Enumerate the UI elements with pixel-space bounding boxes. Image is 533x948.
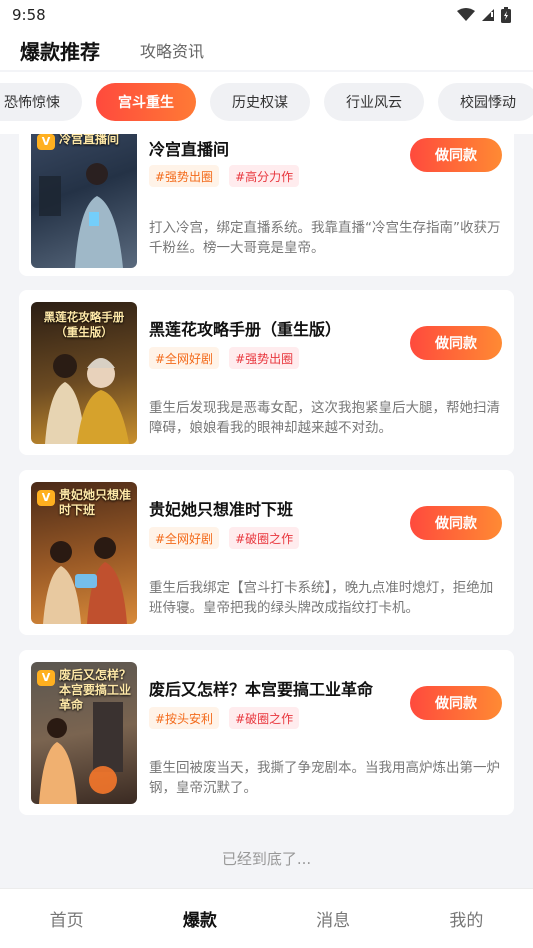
tab-guide-news[interactable]: 攻略资讯 (140, 38, 204, 62)
list-item[interactable]: V 废后又怎样？本宫要搞工业革命 废后又怎样？本宫要搞工业革命 #按头安利 #破… (19, 650, 514, 815)
cover-title: 废后又怎样？本宫要搞工业革命 (59, 668, 132, 712)
cover-image: V 废后又怎样？本宫要搞工业革命 (31, 662, 137, 804)
cover-title: 黑莲花攻略手册（重生版） (43, 310, 125, 339)
status-icons (457, 7, 511, 23)
item-title: 贵妃她只想准时下班 (149, 500, 294, 519)
make-same-button[interactable]: 做同款 (410, 326, 502, 360)
item-description: 重生回被废当天，我撕了争宠剧本。当我用高炉炼出第一炉钢，皇帝沉默了。 (149, 760, 500, 796)
chip-horror[interactable]: 恐怖惊悚 (0, 83, 82, 121)
drama-list[interactable]: V 冷宫直播间 冷宫直播间 #强势出圈 #高分力作 做同款 打入冷宫，绑定直播系… (0, 134, 533, 888)
tag: #破圈之作 (229, 527, 300, 549)
cover-image: 黑莲花攻略手册（重生版） (31, 302, 137, 444)
cover-image: V 冷宫直播间 (31, 134, 137, 268)
vip-badge-icon: V (37, 134, 55, 150)
nav-messages[interactable]: 消息 (283, 906, 383, 931)
cover-image: V 贵妃她只想准时下班 (31, 482, 137, 624)
vip-badge-icon: V (37, 490, 55, 506)
status-bar: 9:58 (0, 0, 533, 30)
battery-icon (501, 7, 511, 23)
chip-palace-rebirth[interactable]: 宫斗重生 (96, 83, 196, 121)
tag: #全网好剧 (149, 527, 220, 549)
nav-profile[interactable]: 我的 (416, 906, 516, 931)
chip-history-politics[interactable]: 历史权谋 (210, 83, 310, 121)
tag: #高分力作 (229, 165, 300, 187)
tag: #全网好剧 (149, 347, 220, 369)
chip-industry[interactable]: 行业风云 (324, 83, 424, 121)
tag: #按头安利 (149, 707, 220, 729)
tab-hot-recommend[interactable]: 爆款推荐 (20, 36, 100, 67)
cover-title: 贵妃她只想准时下班 (59, 488, 132, 517)
nav-home[interactable]: 首页 (17, 906, 117, 931)
vip-badge-icon: V (37, 670, 55, 686)
category-chip-bar[interactable]: 恐怖惊悚 宫斗重生 历史权谋 行业风云 校园悸动 (0, 72, 533, 134)
cover-title: 冷宫直播间 (59, 134, 120, 146)
status-time: 9:58 (12, 6, 46, 24)
header: 爆款推荐 攻略资讯 (0, 30, 533, 70)
tag: #强势出圈 (229, 347, 300, 369)
tag: #强势出圈 (149, 165, 220, 187)
tag: #破圈之作 (229, 707, 300, 729)
list-item[interactable]: 黑莲花攻略手册（重生版） 黑莲花攻略手册（重生版） #全网好剧 #强势出圈 做同… (19, 290, 514, 455)
nav-hot[interactable]: 爆款 (150, 906, 250, 931)
list-item[interactable]: V 贵妃她只想准时下班 贵妃她只想准时下班 #全网好剧 #破圈之作 做同款 重生… (19, 470, 514, 635)
signal-icon (482, 9, 494, 21)
make-same-button[interactable]: 做同款 (410, 138, 502, 172)
item-description: 重生后我绑定【宫斗打卡系统】，晚九点准时熄灯，拒绝加班侍寝。皇帝把我的绿头牌改成… (149, 580, 494, 616)
bottom-nav: 首页 爆款 消息 我的 (0, 888, 533, 948)
wifi-icon (457, 8, 475, 21)
list-item[interactable]: V 冷宫直播间 冷宫直播间 #强势出圈 #高分力作 做同款 打入冷宫，绑定直播系… (19, 134, 514, 276)
item-description: 重生后发现我是恶毒女配，这次我抱紧皇后大腿，帮她扫清障碍，娘娘看我的眼神却越来越… (149, 400, 500, 436)
end-of-list-text: 已经到底了... (221, 850, 312, 868)
item-title: 黑莲花攻略手册（重生版） (149, 320, 342, 339)
tab-label: 攻略资讯 (140, 42, 205, 61)
item-title: 废后又怎样？本宫要搞工业革命 (149, 680, 374, 699)
make-same-button[interactable]: 做同款 (410, 506, 502, 540)
tab-label: 爆款推荐 (20, 39, 100, 64)
item-title: 冷宫直播间 (149, 140, 230, 159)
item-description: 打入冷宫，绑定直播系统。我靠直播“冷宫生存指南”收获万千粉丝。榜一大哥竟是皇帝。 (149, 220, 501, 256)
chip-campus[interactable]: 校园悸动 (438, 83, 533, 121)
make-same-button[interactable]: 做同款 (410, 686, 502, 720)
